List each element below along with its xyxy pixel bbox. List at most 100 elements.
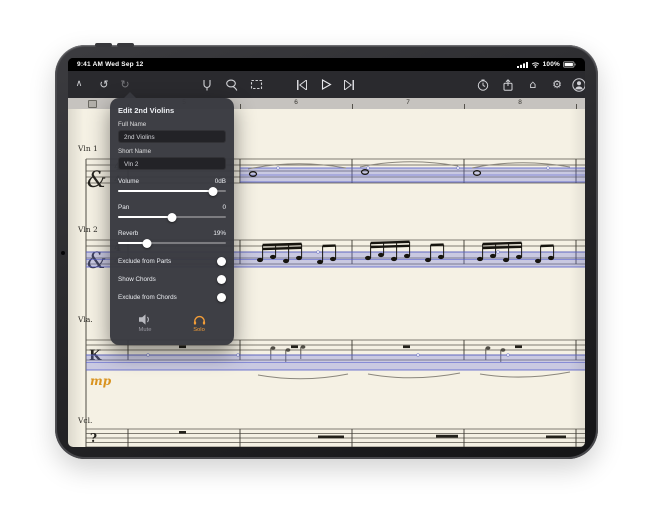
skip-back-button[interactable] [291, 71, 313, 98]
home-button[interactable]: ⌂ [522, 71, 544, 98]
pan-label: Pan [118, 204, 130, 211]
reverb-value: 19% [213, 230, 226, 237]
exclude-from-parts-label: Exclude from Parts [118, 258, 172, 265]
volume-slider[interactable] [118, 186, 226, 196]
mute-label: Mute [138, 327, 152, 333]
short-name-field[interactable]: Vln 2 [118, 157, 226, 170]
staff-label-vln1: Vln 1 [77, 144, 98, 153]
marquee-icon [250, 79, 262, 90]
measure-number: 7 [406, 99, 410, 106]
exclude-from-chords-row: Exclude from Chords [118, 293, 226, 302]
undo-button[interactable]: ↺ [93, 71, 115, 98]
ipad-device: 9:41 AM Wed Sep 12 100% ∧ ↺ ↻ ⌂ ⚙ 6 7 8 … [55, 43, 598, 459]
show-chords-toggle[interactable] [217, 275, 226, 284]
skip-forward-button[interactable] [338, 71, 360, 98]
bass-clef-icon: ? [90, 431, 97, 445]
selection-band-vln1[interactable] [240, 166, 585, 183]
exclude-from-parts-toggle[interactable] [217, 257, 226, 266]
volume-up-button[interactable] [95, 43, 112, 47]
staff-label-vla: Vla. [77, 315, 93, 324]
volume-label: Volume [118, 178, 140, 185]
reverb-slider[interactable] [118, 238, 226, 248]
solo-button[interactable]: Solo [172, 314, 226, 333]
home-icon: ⌂ [529, 78, 537, 91]
whole-rest [515, 345, 522, 349]
status-bar: 9:41 AM Wed Sep 12 100% [68, 58, 585, 71]
headphones-icon [193, 315, 205, 325]
play-icon [321, 79, 332, 90]
account-button[interactable] [568, 71, 585, 98]
status-time: 9:41 AM Wed Sep 12 [77, 61, 144, 68]
vla-slurs [257, 371, 571, 380]
collapse-toolbar-button[interactable]: ∧ [68, 71, 90, 98]
held-note [318, 435, 344, 439]
popover-title: Edit 2nd Violins [118, 106, 175, 115]
pan-slider[interactable] [118, 212, 226, 222]
profile-avatar-icon [572, 77, 585, 92]
lasso-tool-button[interactable] [220, 71, 242, 98]
mute-button[interactable]: Mute [118, 314, 172, 333]
full-name-label: Full Name [118, 121, 147, 128]
whole-rest [291, 345, 298, 349]
pan-value: 0 [222, 204, 226, 211]
marquee-tool-button[interactable] [245, 71, 267, 98]
show-chords-row: Show Chords [118, 275, 226, 284]
gear-icon: ⚙ [552, 78, 562, 91]
pan-row: Pan 0 [118, 204, 226, 211]
ruler-marker[interactable] [88, 100, 97, 108]
volume-slider-knob[interactable] [208, 186, 218, 196]
pan-slider-knob[interactable] [167, 212, 177, 222]
held-note [546, 435, 566, 439]
clock-icon [477, 79, 489, 91]
skip-forward-icon [344, 79, 354, 90]
treble-clef-icon: & [87, 168, 107, 193]
measure-number: 6 [294, 99, 298, 106]
mute-solo-footer: Mute Solo [118, 314, 226, 333]
battery-percent: 100% [542, 61, 560, 68]
tuning-fork-tool-button[interactable] [196, 71, 218, 98]
front-camera [60, 250, 66, 256]
settings-button[interactable]: ⚙ [546, 71, 568, 98]
chevron-up-icon: ∧ [75, 79, 83, 89]
undo-icon: ↺ [99, 78, 109, 91]
ipad-screen: 9:41 AM Wed Sep 12 100% ∧ ↺ ↻ ⌂ ⚙ 6 7 8 … [68, 58, 585, 447]
measure-number: 8 [518, 99, 522, 106]
whole-rest [403, 345, 410, 349]
edit-instrument-popover: Edit 2nd Violins Full Name 2nd Violins S… [110, 92, 234, 345]
selection-band-vla[interactable] [86, 353, 585, 371]
popover-arrow [124, 92, 136, 98]
staff-vcl: Vcl. ? [77, 416, 585, 447]
redo-icon: ↻ [120, 78, 130, 91]
dynamic-marking[interactable]: mp [90, 374, 112, 388]
reverb-slider-knob[interactable] [142, 238, 152, 248]
exclude-from-chords-toggle[interactable] [217, 293, 226, 302]
volume-value: 0dB [214, 178, 226, 185]
battery-icon [563, 61, 576, 68]
short-name-label: Short Name [118, 148, 152, 155]
exclude-from-parts-row: Exclude from Parts [118, 257, 226, 266]
lasso-icon [225, 79, 237, 91]
main-toolbar: ∧ ↺ ↻ ⌂ ⚙ [68, 71, 585, 99]
timer-button[interactable] [472, 71, 494, 98]
cellular-icon [516, 62, 528, 68]
reverb-row: Reverb 19% [118, 230, 226, 237]
full-name-field[interactable]: 2nd Violins [118, 130, 226, 143]
reverb-label: Reverb [118, 230, 139, 237]
play-button[interactable] [315, 71, 337, 98]
exclude-from-chords-label: Exclude from Chords [118, 294, 177, 301]
show-chords-label: Show Chords [118, 276, 156, 283]
volume-row: Volume 0dB [118, 178, 226, 185]
share-icon [503, 78, 513, 91]
tuning-fork-icon [203, 79, 211, 90]
whole-rest [179, 345, 186, 349]
solo-label: Solo [193, 327, 205, 333]
wifi-icon [531, 62, 539, 68]
share-button[interactable] [497, 71, 519, 98]
staff-label-vln2: Vln 2 [77, 225, 98, 234]
staff-label-vcl: Vcl. [77, 416, 92, 425]
screenshot-stage: 9:41 AM Wed Sep 12 100% ∧ ↺ ↻ ⌂ ⚙ 6 7 8 … [0, 0, 653, 505]
held-note [436, 434, 458, 438]
status-indicators: 100% [516, 61, 576, 68]
volume-down-button[interactable] [117, 43, 134, 47]
speaker-icon [138, 314, 149, 325]
